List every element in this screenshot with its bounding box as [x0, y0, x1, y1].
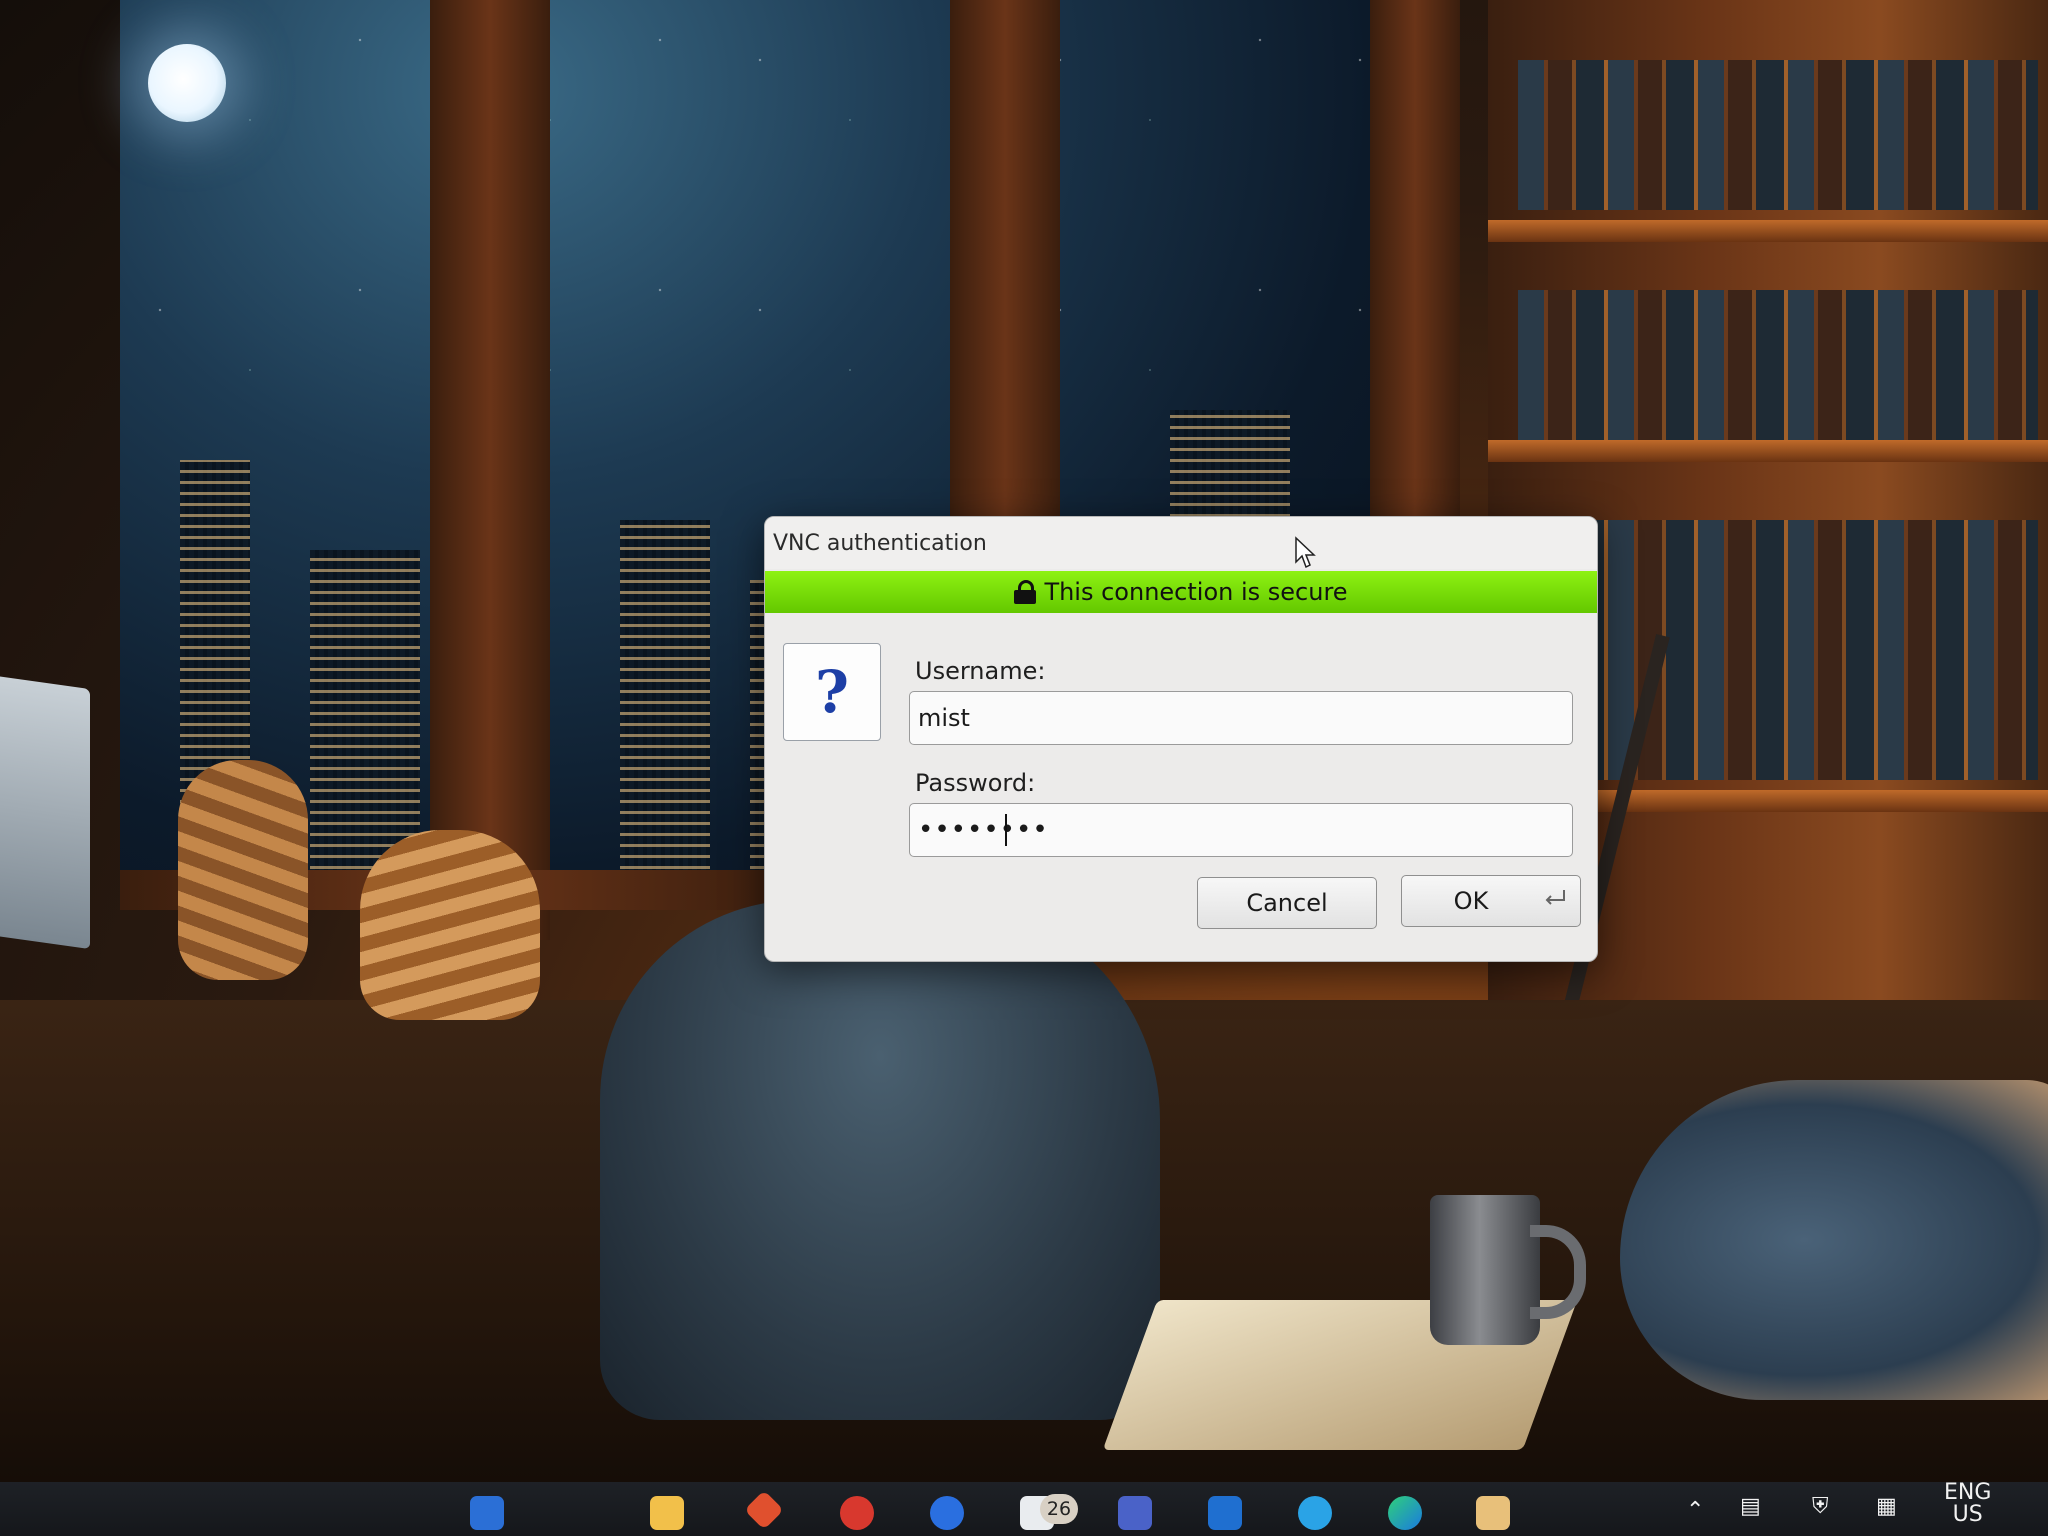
store-icon[interactable]	[744, 1490, 784, 1530]
ok-button-label: OK	[1453, 887, 1489, 915]
moon	[148, 44, 226, 122]
password-input[interactable]	[909, 803, 1573, 857]
app-icon-cube[interactable]	[1118, 1496, 1152, 1530]
language-code: ENG	[1944, 1480, 1992, 1505]
language-indicator[interactable]: ENG US	[1944, 1482, 1991, 1526]
security-shield-icon[interactable]: ⛨	[1812, 1494, 1829, 1519]
username-input[interactable]	[909, 691, 1573, 745]
question-mark-glyph: ?	[815, 658, 849, 726]
laptop	[0, 670, 90, 950]
mouse-pointer-icon	[1295, 536, 1316, 569]
secure-connection-text: This connection is secure	[1044, 578, 1348, 606]
books-row-2	[1518, 290, 2038, 440]
app-icon-red[interactable]	[840, 1496, 874, 1530]
sleeping-cat	[1620, 1080, 2048, 1400]
books-row-1	[1518, 60, 2038, 210]
enter-key-icon	[1545, 890, 1565, 905]
person-writing	[600, 900, 1160, 1420]
secure-connection-banner: This connection is secure	[765, 571, 1597, 613]
vnc-auth-dialog: VNC authentication This connection is se…	[764, 516, 1598, 962]
text-caret	[1005, 814, 1007, 846]
lock-icon	[1014, 580, 1037, 604]
ok-button[interactable]: OK	[1401, 875, 1581, 927]
shelf-board-2	[1488, 440, 2048, 462]
file-explorer-icon[interactable]	[650, 1496, 684, 1530]
chevron-up-icon[interactable]: ⌃	[1686, 1498, 1704, 1523]
cat-sitting	[178, 760, 308, 980]
clipboard-icon[interactable]: ▦	[1876, 1494, 1897, 1519]
outlook-icon[interactable]	[1208, 1496, 1242, 1530]
region-code: US	[1952, 1502, 1983, 1527]
cat-on-desk	[360, 830, 540, 1020]
coffee-mug	[1430, 1195, 1586, 1345]
browser-icon[interactable]	[930, 1496, 964, 1530]
question-icon: ?	[783, 643, 881, 741]
window-frame-left	[430, 0, 550, 940]
window-frame-mid	[950, 0, 1060, 560]
network-icon[interactable]: ▤	[1740, 1494, 1761, 1519]
notification-badge: 26	[1040, 1494, 1078, 1524]
calendar-icon[interactable]	[470, 1496, 504, 1530]
dialog-title: VNC authentication	[773, 530, 987, 556]
settings-app-icon[interactable]	[1298, 1496, 1332, 1530]
dialog-title-bar[interactable]: VNC authentication	[765, 517, 1597, 569]
cancel-button[interactable]: Cancel	[1197, 877, 1377, 929]
password-label: Password:	[915, 769, 1036, 797]
shelf-board-1	[1488, 220, 2048, 242]
window-frame-right	[1370, 0, 1460, 560]
edge-icon[interactable]	[1388, 1496, 1422, 1530]
active-app-icon[interactable]	[1476, 1496, 1510, 1530]
username-label: Username:	[915, 657, 1046, 685]
